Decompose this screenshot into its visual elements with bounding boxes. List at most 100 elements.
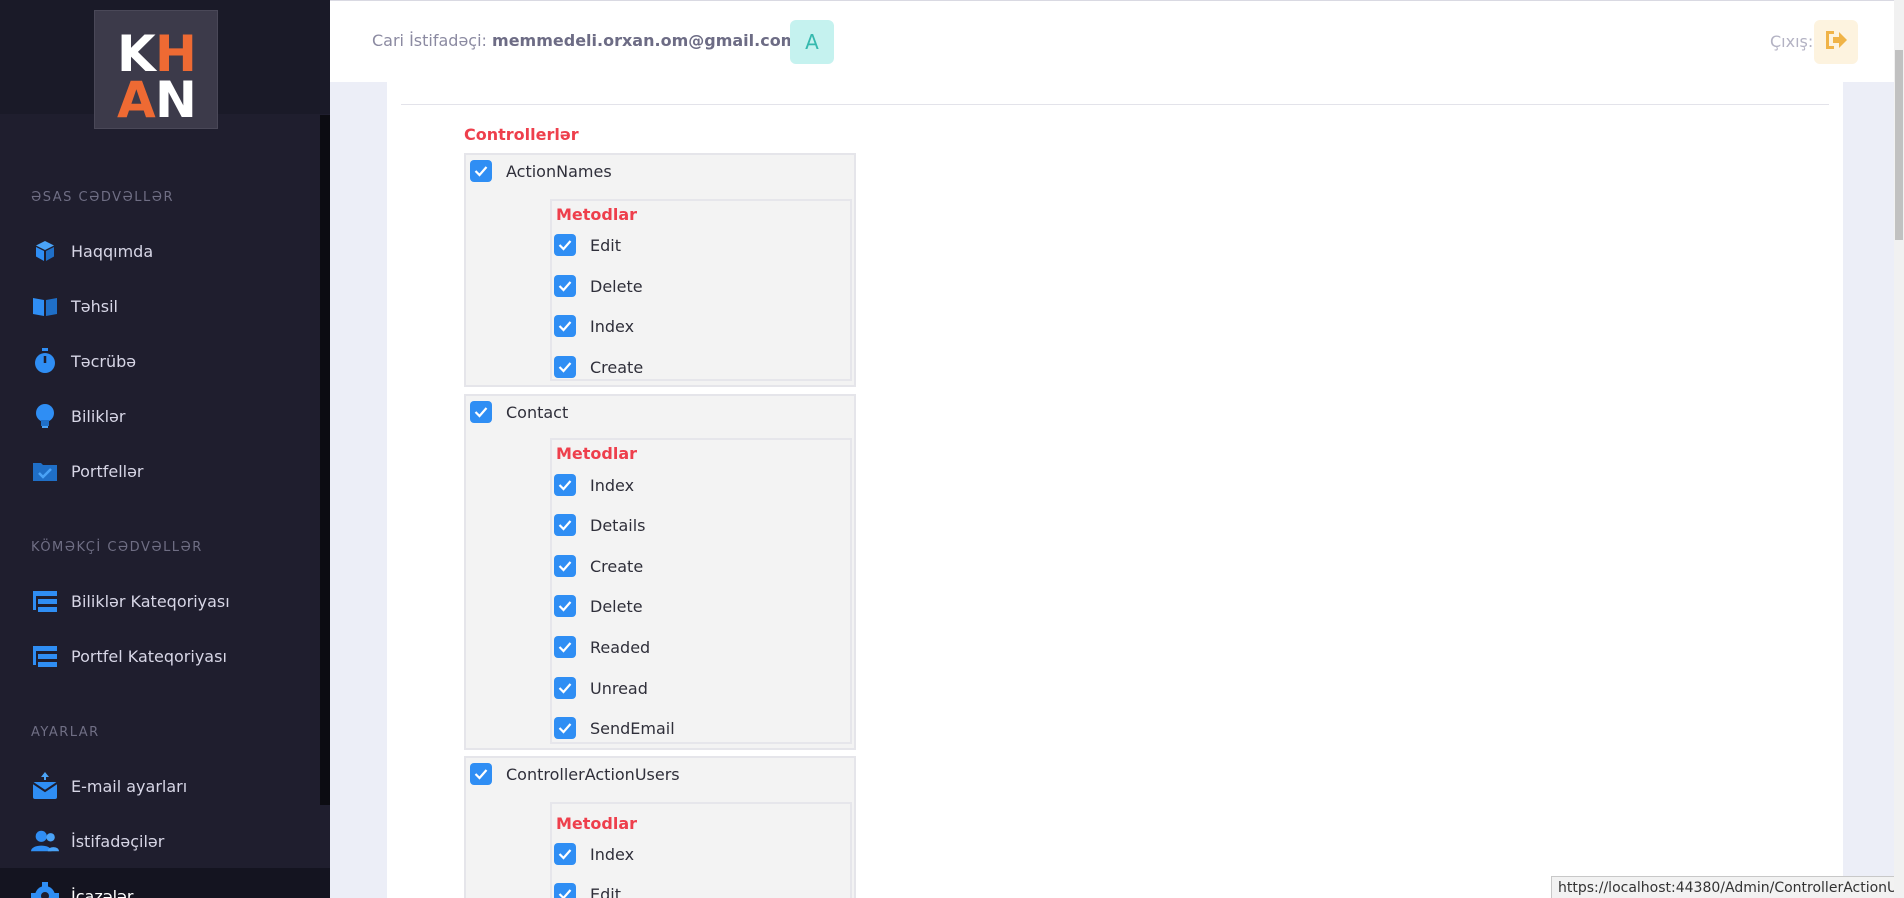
method-checkbox[interactable] [554, 595, 576, 617]
sidebar-item-label: Haqqımda [71, 241, 154, 261]
method-label: Index [590, 316, 635, 336]
sidebar-item-education[interactable]: Təhsil [31, 289, 118, 323]
logout-button[interactable] [1814, 20, 1858, 64]
controller-group: ControllerActionUsers Metodlar Index Edi… [464, 756, 856, 898]
sidebar-item-label: Təcrübə [71, 351, 137, 371]
method-row[interactable]: Edit [554, 882, 621, 898]
method-row[interactable]: SendEmail [554, 716, 675, 740]
methods-title: Metodlar [556, 814, 638, 833]
sidebar-item-label: Biliklər Kateqoriyası [71, 591, 230, 611]
method-checkbox[interactable] [554, 636, 576, 658]
methods-group: Metodlar Edit Delete Index Create [550, 199, 852, 381]
sidebar-item-permissions[interactable]: İcazələr [31, 879, 133, 898]
method-label: Edit [590, 884, 621, 898]
method-label: Details [590, 515, 646, 535]
method-row[interactable]: Index [554, 842, 634, 866]
method-label: Index [590, 844, 635, 864]
logo-letter: A [117, 71, 156, 129]
users-icon [31, 827, 59, 855]
method-row[interactable]: Index [554, 314, 634, 338]
sidebar-item-portfolios[interactable]: Portfellər [31, 454, 144, 488]
controller-row[interactable]: ControllerActionUsers [470, 762, 680, 786]
sidebar-item-label: Təhsil [71, 296, 118, 316]
section-title-settings: AYARLAR [31, 725, 100, 740]
method-row[interactable]: Delete [554, 274, 643, 298]
sidebar-item-label: İstifadəçilər [71, 831, 165, 851]
method-checkbox[interactable] [554, 717, 576, 739]
method-checkbox[interactable] [554, 275, 576, 297]
method-checkbox[interactable] [554, 677, 576, 699]
stopwatch-icon [31, 347, 59, 375]
method-row[interactable]: Create [554, 554, 643, 578]
sidebar-item-knowledge[interactable]: Biliklər [31, 399, 125, 433]
page-scrollbar-thumb[interactable] [1895, 50, 1903, 240]
sign-out-icon [1824, 29, 1848, 55]
method-checkbox[interactable] [554, 356, 576, 378]
section-title-helper-tables: KÖMƏKÇİ CƏDVƏLLƏR [31, 540, 203, 555]
method-label: Create [590, 357, 644, 377]
method-checkbox[interactable] [554, 315, 576, 337]
controller-name: Contact [506, 402, 569, 422]
folder-check-icon [31, 457, 59, 485]
controller-checkbox[interactable] [470, 401, 492, 423]
current-user-email: memmedeli.orxan.om@gmail.com [492, 31, 798, 50]
method-row[interactable]: Details [554, 513, 645, 537]
sidebar-item-experience[interactable]: Təcrübə [31, 344, 136, 378]
divider [401, 104, 1829, 105]
gear-icon [31, 882, 59, 898]
sidebar-item-label: Biliklər [71, 406, 126, 426]
controller-row[interactable]: Contact [470, 400, 568, 424]
method-row[interactable]: Readed [554, 635, 650, 659]
method-row[interactable]: Delete [554, 594, 643, 618]
method-row[interactable]: Create [554, 355, 643, 379]
top-header: Cari İstifadəçi: memmedeli.orxan.om@gmai… [330, 0, 1904, 82]
page-scrollbar[interactable] [1894, 0, 1904, 898]
method-label: Delete [590, 276, 643, 296]
section-title-main-tables: ƏSAS CƏDVƏLLƏR [31, 190, 174, 205]
mail-icon [31, 772, 59, 800]
controller-name: ActionNames [506, 161, 612, 181]
method-label: SendEmail [590, 718, 675, 738]
lightbulb-icon [31, 402, 59, 430]
method-label: Index [590, 475, 635, 495]
sidebar-item-users[interactable]: İstifadəçilər [31, 824, 164, 858]
method-checkbox[interactable] [554, 883, 576, 898]
sidebar-item-email-settings[interactable]: E-mail ayarları [31, 769, 187, 803]
avatar[interactable]: A [790, 20, 834, 64]
method-row[interactable]: Index [554, 473, 634, 497]
controller-checkbox[interactable] [470, 763, 492, 785]
sidebar-item-portfolio-categories[interactable]: Portfel Kateqoriyası [31, 639, 227, 673]
method-row[interactable]: Edit [554, 233, 621, 257]
sidebar: K H A N ƏSAS CƏDVƏLLƏR Haqqımda Təhsil T… [0, 0, 330, 898]
controllers-title: Controllerlər [464, 125, 579, 144]
current-user-label: Cari İstifadəçi: memmedeli.orxan.om@gmai… [372, 31, 797, 50]
methods-title: Metodlar [556, 205, 638, 224]
book-icon [31, 292, 59, 320]
method-row[interactable]: Unread [554, 676, 648, 700]
methods-title: Metodlar [556, 444, 638, 463]
sidebar-item-label: Portfel Kateqoriyası [71, 646, 227, 666]
sidebar-item-about[interactable]: Haqqımda [31, 234, 153, 268]
methods-group: Metodlar Index Details Create Delete Rea… [550, 438, 852, 744]
method-label: Readed [590, 637, 651, 657]
method-checkbox[interactable] [554, 234, 576, 256]
sidebar-item-knowledge-categories[interactable]: Biliklər Kateqoriyası [31, 584, 230, 618]
method-checkbox[interactable] [554, 555, 576, 577]
sidebar-item-label: İcazələr [71, 886, 134, 898]
controller-checkbox[interactable] [470, 160, 492, 182]
controller-row[interactable]: ActionNames [470, 159, 612, 183]
method-checkbox[interactable] [554, 474, 576, 496]
method-checkbox[interactable] [554, 514, 576, 536]
method-checkbox[interactable] [554, 843, 576, 865]
sidebar-item-label: Portfellər [71, 461, 144, 481]
sidebar-scrollbar[interactable] [320, 115, 330, 805]
controller-group: ActionNames Metodlar Edit Delete Index C… [464, 153, 856, 387]
logo[interactable]: K H A N [94, 10, 218, 129]
controller-group: Contact Metodlar Index Details Create De… [464, 394, 856, 750]
sidebar-item-label: E-mail ayarları [71, 776, 188, 796]
method-label: Create [590, 556, 644, 576]
cube-icon [31, 237, 59, 265]
list-icon [31, 642, 59, 670]
method-label: Delete [590, 596, 643, 616]
logo-letter: N [155, 71, 197, 129]
